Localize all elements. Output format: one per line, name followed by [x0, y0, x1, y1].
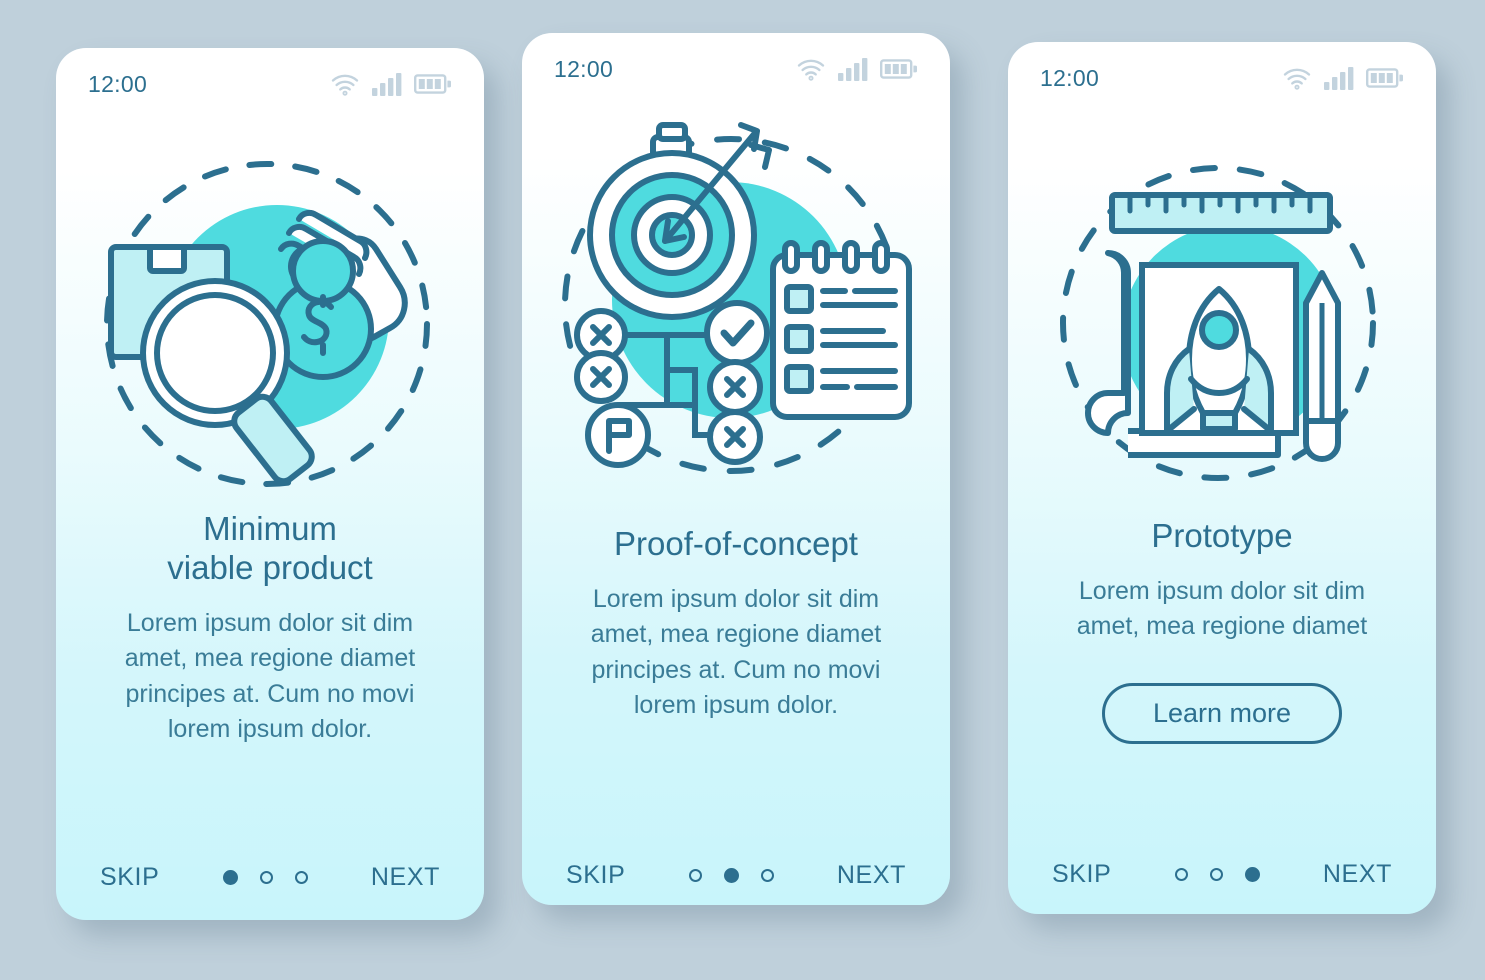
signal-bars-icon	[1324, 66, 1354, 90]
status-icons	[330, 72, 452, 96]
clipboard-checklist-icon	[770, 240, 912, 420]
status-time: 12:00	[554, 55, 614, 82]
learn-more-button[interactable]: Learn more	[1101, 683, 1343, 744]
signal-bars-icon	[838, 57, 868, 81]
card-description: Lorem ipsum dolor sit dim amet, mea regi…	[590, 584, 882, 720]
bottom-navigation: SKIP NEXT	[56, 863, 484, 892]
text-block: Prototype Lorem ipsum dolor sit dim amet…	[1008, 517, 1436, 645]
pagination-dot-3[interactable]	[294, 871, 308, 884]
minimum-viable-product-illustration	[56, 124, 484, 524]
onboarding-card-prototype: 12:00 Prototype Lorem ipsum dolor sit di…	[1008, 42, 1436, 914]
battery-icon	[880, 58, 918, 80]
status-icons	[796, 57, 918, 81]
bottom-navigation: SKIP NEXT	[522, 861, 950, 890]
x-mark-icon-3	[707, 359, 763, 415]
ruler-icon	[1109, 192, 1333, 234]
status-time: 12:00	[88, 70, 148, 97]
onboarding-screens-stage: 12:00 Minimum viable product Lorem ipsum…	[0, 0, 1485, 980]
pencil-icon	[1303, 270, 1341, 462]
card-title: Proof-of-concept	[614, 525, 858, 562]
next-button[interactable]: NEXT	[371, 863, 440, 892]
wifi-icon	[1282, 66, 1312, 90]
card-description: Lorem ipsum dolor sit dim amet, mea regi…	[124, 608, 416, 744]
skip-button[interactable]: SKIP	[100, 863, 159, 892]
card-description: Lorem ipsum dolor sit dim amet, mea regi…	[1076, 576, 1368, 641]
onboarding-card-proof-of-concept: 12:00 Proof-of-concept Lorem ipsum dolor…	[522, 33, 950, 905]
pagination-dots	[222, 870, 308, 885]
card-title: Minimum viable product	[167, 510, 373, 586]
pagination-dot-2[interactable]	[1209, 868, 1223, 881]
status-icons	[1282, 66, 1404, 90]
pagination-dot-1[interactable]	[688, 869, 702, 882]
pagination-dots	[1174, 867, 1260, 882]
pagination-dot-1[interactable]	[1174, 868, 1188, 881]
check-mark-icon	[704, 300, 770, 366]
pagination-dot-3[interactable]	[1244, 867, 1260, 882]
onboarding-card-minimum-viable-product: 12:00 Minimum viable product Lorem ipsum…	[56, 48, 484, 920]
text-block: Proof-of-concept Lorem ipsum dolor sit d…	[522, 525, 950, 724]
proof-of-concept-illustration	[522, 95, 950, 515]
battery-icon	[414, 73, 452, 95]
battery-icon	[1366, 67, 1404, 89]
wifi-icon	[796, 57, 826, 81]
status-bar: 12:00	[1008, 42, 1436, 114]
pagination-dot-3[interactable]	[760, 869, 774, 882]
next-button[interactable]: NEXT	[1323, 860, 1392, 889]
pagination-dot-2[interactable]	[723, 868, 739, 883]
wifi-icon	[330, 72, 360, 96]
learn-more-wrapper: Learn more	[1008, 683, 1436, 744]
pagination-dot-2[interactable]	[259, 871, 273, 884]
bottom-navigation: SKIP NEXT	[1008, 860, 1436, 889]
x-mark-icon-2	[574, 350, 628, 404]
pagination-dot-1[interactable]	[222, 870, 238, 885]
next-button[interactable]: NEXT	[837, 861, 906, 890]
status-time: 12:00	[1040, 64, 1100, 91]
prototype-illustration	[1008, 128, 1436, 518]
flag-icon	[585, 402, 651, 468]
stopwatch-target-icon	[587, 122, 757, 320]
skip-button[interactable]: SKIP	[566, 861, 625, 890]
x-mark-icon-4	[707, 409, 763, 465]
text-block: Minimum viable product Lorem ipsum dolor…	[56, 510, 484, 748]
card-title: Prototype	[1151, 517, 1293, 554]
skip-button[interactable]: SKIP	[1052, 860, 1111, 889]
status-bar: 12:00	[56, 48, 484, 120]
pagination-dots	[688, 868, 774, 883]
signal-bars-icon	[372, 72, 402, 96]
